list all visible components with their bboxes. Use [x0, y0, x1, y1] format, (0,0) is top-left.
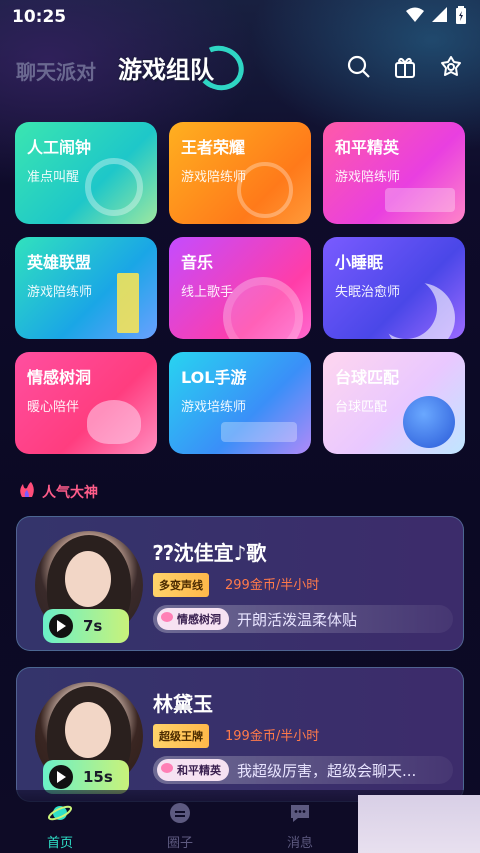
category-subtitle: 游戏培练师: [181, 400, 247, 415]
status-icons: [406, 6, 466, 28]
category-title: 小睡眠: [335, 253, 384, 272]
play-icon: [49, 765, 73, 789]
category-title: LOL手游: [181, 368, 247, 387]
category-card-alarm[interactable]: 人工闹钟 准点叫醒: [15, 122, 157, 224]
category-subtitle: 线上歌手: [181, 285, 234, 300]
section-title: 人气大神: [42, 485, 98, 501]
user-badge: 多变声线: [153, 573, 209, 597]
category-card-league-of-legends[interactable]: 英雄联盟 游戏陪练师: [15, 237, 157, 339]
wifi-icon: [406, 7, 424, 27]
voice-preview-button[interactable]: 15s: [43, 760, 129, 794]
battery-icon: [456, 6, 466, 28]
user-price: 199金币/半小时: [225, 729, 320, 744]
category-card-lol-mobile[interactable]: LOL手游 游戏培练师: [169, 352, 311, 454]
category-card-billiards[interactable]: 台球匹配 台球匹配: [323, 352, 465, 454]
status-bar: 10:25: [0, 0, 480, 34]
category-subtitle: 台球匹配: [335, 400, 388, 415]
search-icon[interactable]: [346, 54, 372, 80]
nav-home[interactable]: 首页: [0, 790, 120, 853]
user-intro: 开朗活泼温柔体贴: [237, 610, 358, 629]
game-logo-icon: [385, 188, 455, 212]
nav-messages[interactable]: 消息: [240, 790, 360, 853]
tab-game-team[interactable]: 游戏组队: [118, 50, 214, 85]
message-bubble-icon: [289, 802, 311, 828]
category-title: 音乐: [181, 253, 214, 272]
voice-preview-button[interactable]: 7s: [43, 609, 129, 643]
avatar-face: [65, 702, 111, 758]
nav-circle[interactable]: 圈子: [120, 790, 240, 853]
category-card-honor-of-kings[interactable]: 王者荣耀 游戏陪练师: [169, 122, 311, 224]
category-card-peace-elite[interactable]: 和平精英 游戏陪练师: [323, 122, 465, 224]
category-subtitle: 游戏陪练师: [181, 170, 247, 185]
nav-label: 圈子: [166, 836, 193, 851]
user-tag-row: 情感树洞 开朗活泼温柔体贴: [153, 605, 453, 633]
category-subtitle: 暖心陪伴: [27, 400, 80, 415]
nav-label: 首页: [46, 836, 73, 851]
avatar-face: [65, 551, 111, 607]
floating-thumbnail[interactable]: [358, 795, 480, 853]
gift-icon[interactable]: [392, 54, 418, 80]
category-card-emotion-treehole[interactable]: 情感树洞 暖心陪伴: [15, 352, 157, 454]
category-card-sleep[interactable]: 小睡眠 失眠治愈师: [323, 237, 465, 339]
category-tag: 情感树洞: [157, 608, 229, 630]
category-grid: 人工闹钟 准点叫醒 王者荣耀 游戏陪练师 和平精英 游戏陪练师 英雄联盟 游戏陪…: [15, 122, 465, 454]
tab-chat-party[interactable]: 聊天派对: [16, 56, 96, 85]
signal-icon: [432, 7, 448, 27]
voice-duration: 15s: [83, 768, 113, 786]
user-tag-row: 和平精英 我超级厉害，超级会聊天...: [153, 756, 453, 784]
user-price: 299金币/半小时: [225, 578, 320, 593]
user-name: 林黛玉: [153, 692, 213, 716]
settings-flower-icon[interactable]: [438, 54, 464, 80]
category-title: 和平精英: [335, 138, 400, 157]
flame-icon: [18, 482, 36, 502]
category-title: 台球匹配: [335, 368, 400, 387]
game-logo-icon: [221, 422, 297, 442]
category-title: 人工闹钟: [27, 138, 92, 157]
user-badge: 超级王牌: [153, 724, 209, 748]
top-actions: [346, 54, 464, 80]
play-icon: [49, 614, 73, 638]
voice-duration: 7s: [83, 617, 103, 635]
user-card[interactable]: 15s 林黛玉 超级王牌 199金币/半小时 和平精英 我超级厉害，超级会聊天.…: [16, 667, 464, 802]
category-tag: 和平精英: [157, 759, 229, 781]
category-subtitle: 游戏陪练师: [27, 285, 93, 300]
home-planet-icon: [47, 802, 73, 828]
user-card[interactable]: 7s ⁇沈佳宜♪歌 多变声线 299金币/半小时 情感树洞 开朗活泼温柔体贴: [16, 516, 464, 651]
category-card-music[interactable]: 音乐 线上歌手: [169, 237, 311, 339]
category-title: 情感树洞: [27, 368, 92, 387]
category-subtitle: 准点叫醒: [27, 170, 80, 185]
category-subtitle: 失眠治愈师: [335, 285, 401, 300]
user-intro: 我超级厉害，超级会聊天...: [237, 761, 417, 780]
section-header: 人气大神: [18, 482, 98, 502]
nav-label: 消息: [286, 836, 313, 851]
category-title: 王者荣耀: [181, 138, 246, 157]
category-subtitle: 游戏陪练师: [335, 170, 401, 185]
user-name: ⁇沈佳宜♪歌: [153, 541, 267, 565]
category-title: 英雄联盟: [27, 253, 92, 272]
status-time: 10:25: [12, 7, 67, 27]
top-bar: 聊天派对 游戏组队: [0, 39, 480, 97]
circle-icon: [169, 802, 191, 828]
